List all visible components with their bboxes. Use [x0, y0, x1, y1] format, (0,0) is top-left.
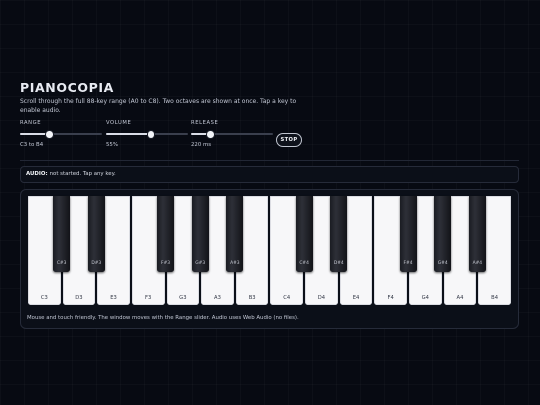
black-key-label: C#4	[299, 261, 309, 266]
volume-value: 55%	[106, 142, 118, 148]
white-key-label: A4	[456, 295, 464, 301]
range-value: C3 to B4	[20, 142, 44, 148]
white-key-label: G4	[421, 295, 429, 301]
black-key-label: A#3	[230, 261, 240, 266]
release-slider[interactable]	[191, 129, 273, 139]
range-label: RANGE	[20, 120, 42, 126]
range-thumb[interactable]	[46, 131, 53, 138]
footnote: Mouse and touch friendly. The window mov…	[27, 315, 299, 321]
white-key-label: E3	[110, 295, 117, 301]
piano-panel: C3 D3 E3 F3 G3 A3 B3 C4 D4 E4 F4 G4 A4 B4 C#3 D#3 F#3 G#3…	[20, 189, 519, 329]
white-key-label: A3	[214, 295, 221, 301]
piano-keyboard: C3 D3 E3 F3 G3 A3 B3 C4 D4 E4 F4 G4 A4 B4 C#3 D#3 F#3 G#3…	[28, 196, 513, 305]
white-key-label: G3	[179, 295, 187, 301]
black-key-dsharp4[interactable]: D#4	[330, 196, 348, 272]
controls-row: RANGE C3 to B4 VOLUME 55% RELEASE 220 ms…	[20, 120, 519, 160]
stop-button[interactable]: STOP	[276, 133, 302, 147]
audio-status-label: AUDIO:	[26, 171, 48, 177]
black-key-label: C#3	[56, 261, 67, 266]
black-key-fsharp4[interactable]: F#4	[399, 196, 417, 272]
white-key-label: D3	[75, 295, 83, 301]
release-value: 220 ms	[191, 142, 212, 148]
white-key-label: E4	[352, 295, 360, 301]
app-subtitle: Scroll through the full 88-key range (A0…	[20, 98, 297, 114]
white-key-label: B3	[248, 295, 256, 301]
range-slider[interactable]	[20, 129, 102, 139]
black-key-label: F#3	[161, 261, 171, 266]
app-container: PIANOCOPIA Scroll through the full 88-ke…	[20, 80, 519, 329]
black-key-csharp3[interactable]: C#3	[53, 196, 71, 272]
black-key-csharp4[interactable]: C#4	[295, 196, 313, 272]
white-key-label: C3	[40, 295, 48, 301]
white-key-label: B4	[491, 295, 499, 301]
white-key-label: F4	[387, 295, 394, 301]
range-fill	[20, 133, 50, 136]
audio-status-bar: AUDIO: not started. Tap any key.	[20, 166, 519, 183]
black-key-asharp3[interactable]: A#3	[226, 196, 244, 272]
range-control: RANGE C3 to B4	[20, 120, 102, 149]
audio-status-text: not started. Tap any key.	[49, 171, 116, 177]
black-key-asharp4[interactable]: A#4	[468, 196, 486, 272]
black-key-label: D#4	[333, 261, 344, 266]
black-key-label: A#4	[472, 261, 483, 266]
black-key-label: D#3	[91, 261, 102, 266]
section-divider	[20, 160, 519, 161]
release-thumb[interactable]	[207, 131, 214, 138]
black-key-gsharp4[interactable]: G#4	[434, 196, 452, 272]
black-key-label: F#4	[403, 261, 413, 266]
black-key-label: G#4	[437, 261, 448, 266]
white-key-label: C4	[283, 295, 291, 301]
volume-fill	[106, 133, 152, 136]
release-control: RELEASE 220 ms	[191, 120, 273, 149]
black-key-label: G#3	[195, 261, 206, 266]
black-key-dsharp3[interactable]: D#3	[87, 196, 105, 272]
white-key-label: D4	[317, 295, 326, 301]
white-key-label: F3	[145, 295, 152, 301]
black-key-fsharp3[interactable]: F#3	[157, 196, 175, 272]
volume-slider[interactable]	[106, 129, 188, 139]
app-title: PIANOCOPIA	[20, 80, 114, 95]
volume-label: VOLUME	[106, 120, 132, 126]
volume-thumb[interactable]	[147, 131, 155, 138]
black-key-gsharp3[interactable]: G#3	[191, 196, 209, 272]
release-label: RELEASE	[191, 120, 219, 126]
volume-control: VOLUME 55%	[106, 120, 188, 149]
